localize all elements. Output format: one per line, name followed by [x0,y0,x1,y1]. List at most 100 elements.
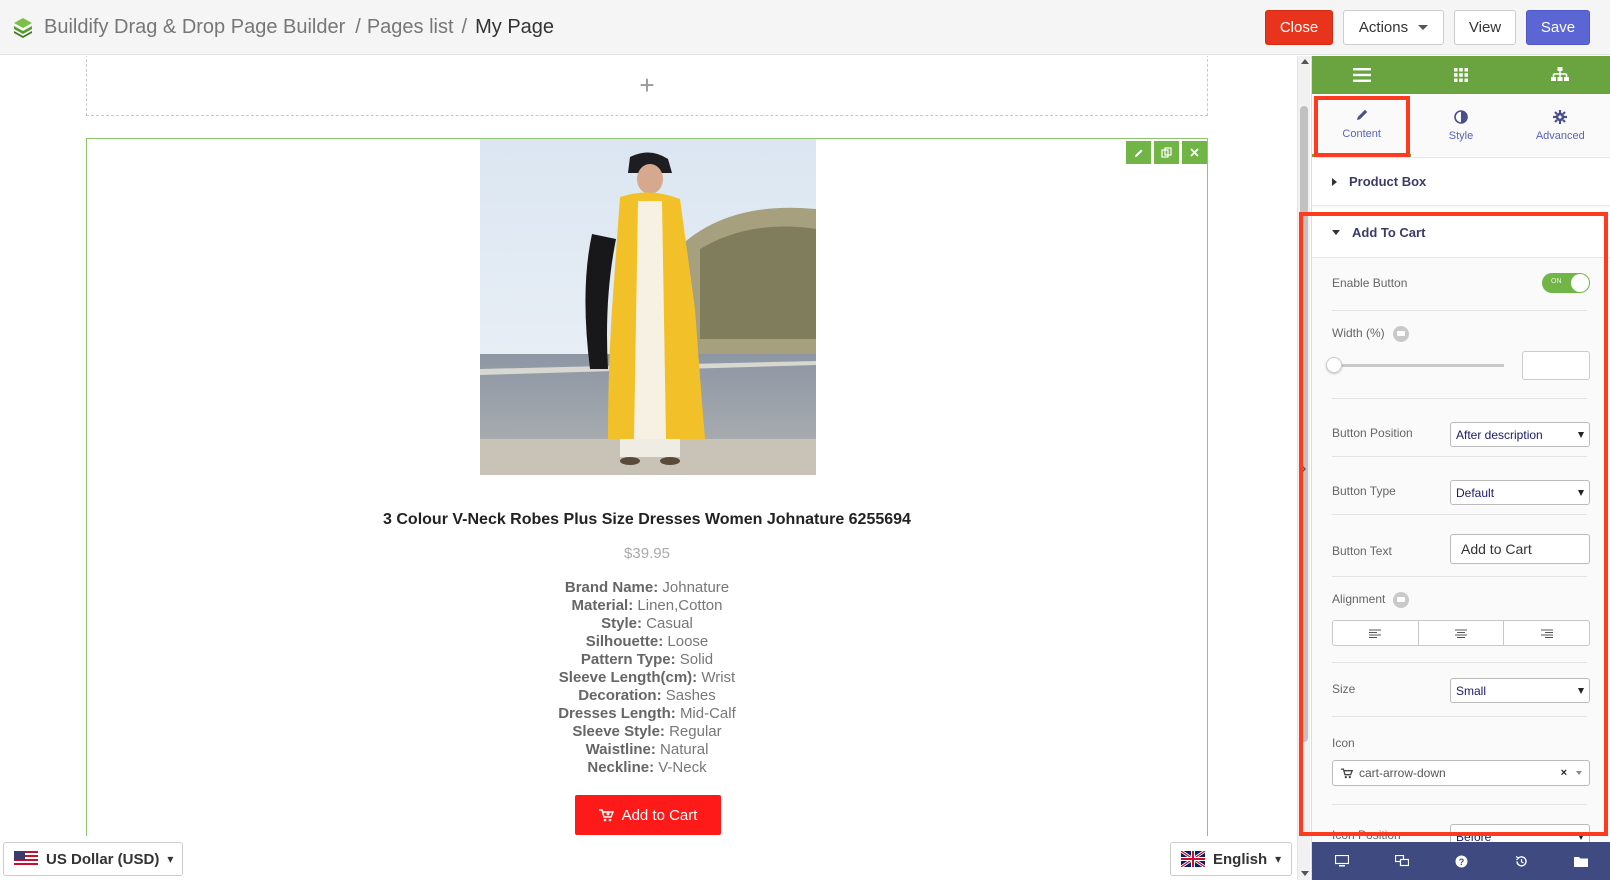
section-product-box[interactable]: Product Box [1312,158,1610,206]
align-left-icon [1369,629,1382,638]
responsive-icon[interactable] [1393,592,1410,608]
tab-style[interactable]: Style [1411,94,1510,157]
desktop-icon [1334,855,1349,867]
caret-down-icon [1418,25,1429,30]
divider [1332,576,1587,577]
button-type-label: Button Type [1332,484,1396,498]
align-center-icon [1455,629,1467,638]
dropdown-arrow-icon [1578,490,1584,496]
width-slider-track[interactable] [1334,364,1504,367]
responsive-icon[interactable] [1392,326,1409,342]
product-price: $39.95 [624,545,670,562]
breadcrumb-pages-list[interactable]: Pages list [367,16,454,39]
attribute-row: Pattern Type: Solid [580,651,714,668]
gear-icon [1553,109,1568,124]
divider [1332,514,1587,515]
breadcrumb-separator: / [461,15,468,38]
section-title: Product Box [1349,174,1427,189]
enable-button-label: Enable Button [1332,276,1408,290]
panel-tabs: Content Style Advanced [1312,94,1610,158]
section-add-to-cart[interactable]: Add To Cart [1312,208,1610,258]
align-left-button[interactable] [1333,621,1419,645]
editor-panel: Content Style Advanced Product Box Add T… [1311,56,1610,880]
icon-position-select[interactable]: Before [1450,824,1590,842]
product-image[interactable] [480,139,816,475]
section-title: Add To Cart [1352,225,1426,240]
toggle-knob [1571,274,1589,292]
cart-arrow-down-icon [1341,767,1353,778]
preview-devices-button[interactable] [1387,846,1417,876]
add-to-cart-button[interactable]: Add to Cart [575,795,721,835]
align-center-button[interactable] [1419,621,1505,645]
icon-select[interactable]: cart-arrow-down × [1332,760,1590,786]
language-label: English [1213,850,1268,868]
buildify-logo-icon [14,18,32,38]
remove-widget-button[interactable] [1182,141,1207,164]
us-flag-icon [14,851,38,867]
attribute-row: Brand Name: Johnature [564,579,730,596]
pencil-icon [1134,149,1142,157]
currency-selector[interactable]: US Dollar (USD) ▾ [3,842,183,876]
hamburger-icon [1352,68,1371,82]
collapse-panel-icon[interactable] [1296,462,1310,476]
breadcrumb-app[interactable]: Buildify Drag & Drop Page Builder [44,16,345,39]
svg-text:?: ? [1459,857,1465,867]
dropdown-arrow-icon [1578,432,1584,438]
divider [1332,804,1587,805]
widgets-button[interactable] [1441,56,1481,94]
product-widget[interactable]: 3 Colour V-Neck Robes Plus Size Dresses … [86,138,1208,836]
panel-header [1312,56,1610,94]
history-button[interactable] [1506,846,1536,876]
actions-label: Actions [1358,19,1409,36]
divider [1332,662,1587,663]
size-select[interactable]: Small [1450,678,1590,703]
scroll-down-arrow-icon[interactable] [1301,871,1309,876]
attribute-row: Waistline: Natural [585,741,709,758]
alignment-label: Alignment [1332,592,1410,608]
scrollbar-thumb[interactable] [1300,106,1308,742]
language-selector[interactable]: English ▾ [1170,842,1292,876]
width-input[interactable] [1522,351,1590,380]
actions-dropdown-button[interactable]: Actions [1343,10,1444,45]
help-button[interactable]: ? [1446,846,1476,876]
edit-widget-button[interactable] [1126,141,1151,164]
divider [1332,716,1587,717]
plus-icon: + [639,69,655,100]
templates-button[interactable] [1566,846,1596,876]
grid-icon [1453,68,1468,82]
scroll-up-arrow-icon[interactable] [1301,59,1309,64]
button-position-select[interactable]: After description [1450,422,1590,447]
width-slider-handle[interactable] [1326,357,1342,373]
clear-icon[interactable]: × [1561,767,1567,779]
responsive-mode-button[interactable] [1327,846,1357,876]
align-right-button[interactable] [1504,621,1589,645]
alignment-group [1332,620,1590,646]
copy-icon [1161,147,1172,158]
close-button[interactable]: Close [1265,10,1333,45]
navigator-button[interactable] [1540,56,1580,94]
align-right-icon [1540,629,1553,638]
divider [1332,456,1587,457]
add-to-cart-controls: Enable Button ON Width (%) Button Positi… [1312,258,1610,842]
product-title: 3 Colour V-Neck Robes Plus Size Dresses … [383,511,911,528]
attribute-row: Dresses Length: Mid-Calf [558,705,736,722]
duplicate-widget-button[interactable] [1154,141,1179,164]
panel-footer: ? [1312,842,1610,880]
product-attributes: Brand Name: Johnature Material: Linen,Co… [87,579,1207,777]
button-text-label: Button Text [1332,544,1392,558]
add-section-placeholder[interactable]: + [86,56,1208,116]
button-type-select[interactable]: Default [1450,480,1590,505]
menu-button[interactable] [1342,56,1382,94]
button-text-input[interactable]: Add to Cart [1450,534,1590,564]
save-button[interactable]: Save [1526,10,1590,45]
tab-content[interactable]: Content [1312,94,1412,157]
toggle-state: ON [1551,278,1562,285]
tab-label: Content [1342,128,1381,140]
tab-advanced[interactable]: Advanced [1511,94,1610,157]
enable-button-toggle[interactable]: ON [1542,273,1590,293]
toolbar: Close Actions View Save [1265,10,1590,45]
top-bar: Buildify Drag & Drop Page Builder / Page… [0,0,1610,55]
view-button[interactable]: View [1454,10,1516,45]
widget-toolbar [1126,141,1207,164]
breadcrumb-separator: / [355,15,361,38]
